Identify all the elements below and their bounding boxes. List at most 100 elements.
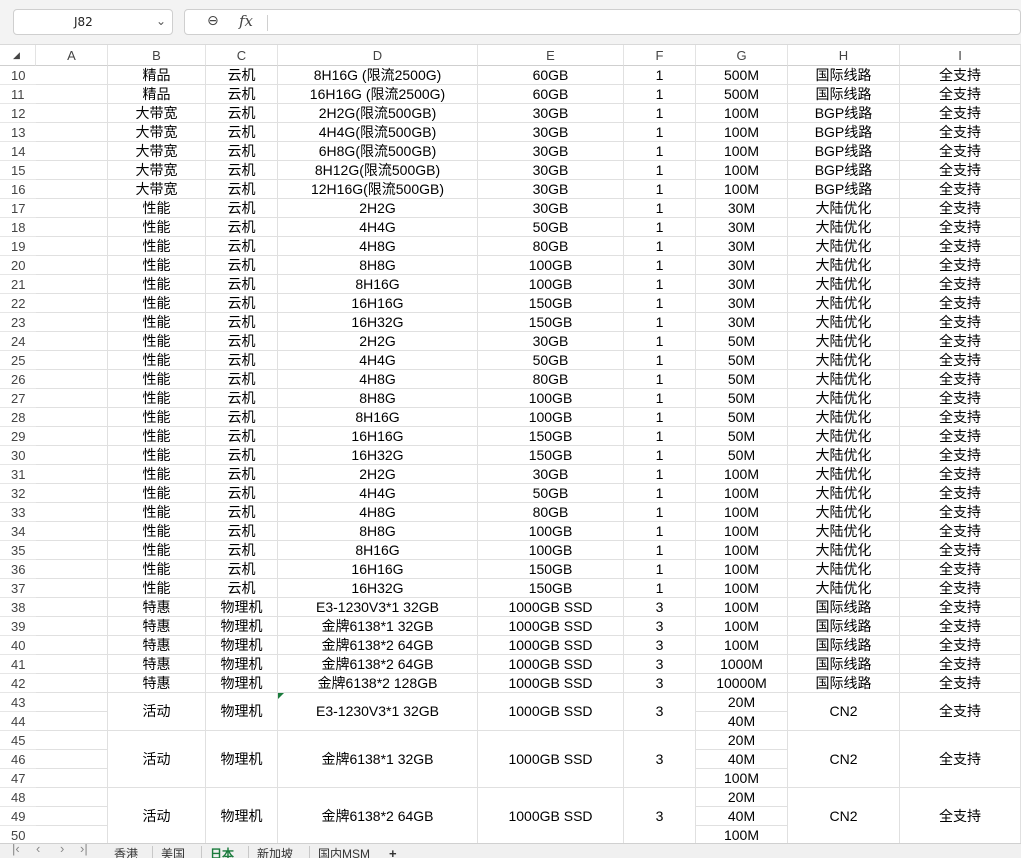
cell-d-34[interactable]: 8H8G — [278, 522, 478, 541]
row-header[interactable]: 46 — [0, 750, 36, 769]
cell-h-32[interactable]: 大陆优化 — [788, 484, 900, 503]
name-box[interactable]: J82 ⌄ — [13, 9, 173, 35]
row-header[interactable]: 38 — [0, 598, 36, 617]
cell-f-29[interactable]: 1 — [624, 427, 696, 446]
cell-f-26[interactable]: 1 — [624, 370, 696, 389]
cell-a-26[interactable] — [36, 370, 108, 389]
select-all-corner[interactable]: ◢ — [0, 45, 36, 66]
cell-f-24[interactable]: 1 — [624, 332, 696, 351]
cell-e-40[interactable]: 1000GB SSD — [478, 636, 624, 655]
cell-f-30[interactable]: 1 — [624, 446, 696, 465]
cell-a-42[interactable] — [36, 674, 108, 693]
cell-a-13[interactable] — [36, 123, 108, 142]
cell-d-25[interactable]: 4H4G — [278, 351, 478, 370]
cell-g-37[interactable]: 100M — [696, 579, 788, 598]
cell-a-15[interactable] — [36, 161, 108, 180]
row-header[interactable]: 44 — [0, 712, 36, 731]
cell-d-13[interactable]: 4H4G(限流500GB) — [278, 123, 478, 142]
cell-e-38[interactable]: 1000GB SSD — [478, 598, 624, 617]
merged-cell-d-45[interactable]: 金牌6138*1 32GB — [278, 731, 478, 788]
cell-b-28[interactable]: 性能 — [108, 408, 206, 427]
cell-h-40[interactable]: 国际线路 — [788, 636, 900, 655]
cell-d-32[interactable]: 4H4G — [278, 484, 478, 503]
cell-c-21[interactable]: 云机 — [206, 275, 278, 294]
cell-c-14[interactable]: 云机 — [206, 142, 278, 161]
merged-cell-d-48[interactable]: 金牌6138*2 64GB — [278, 788, 478, 843]
cell-d-23[interactable]: 16H32G — [278, 313, 478, 332]
cell-a-35[interactable] — [36, 541, 108, 560]
cell-g-23[interactable]: 30M — [696, 313, 788, 332]
cell-b-16[interactable]: 大带宽 — [108, 180, 206, 199]
cell-b-23[interactable]: 性能 — [108, 313, 206, 332]
cell-d-35[interactable]: 8H16G — [278, 541, 478, 560]
cell-e-42[interactable]: 1000GB SSD — [478, 674, 624, 693]
cell-g-10[interactable]: 500M — [696, 66, 788, 85]
cell-c-11[interactable]: 云机 — [206, 85, 278, 104]
merged-cell-e-45[interactable]: 1000GB SSD — [478, 731, 624, 788]
cell-h-22[interactable]: 大陆优化 — [788, 294, 900, 313]
sheet-tab-1[interactable]: 美国 — [161, 846, 185, 858]
cell-i-28[interactable]: 全支持 — [900, 408, 1021, 427]
cell-b-41[interactable]: 特惠 — [108, 655, 206, 674]
cell-a-14[interactable] — [36, 142, 108, 161]
cell-i-12[interactable]: 全支持 — [900, 104, 1021, 123]
row-header[interactable]: 31 — [0, 465, 36, 484]
cell-h-20[interactable]: 大陆优化 — [788, 256, 900, 275]
cell-a-16[interactable] — [36, 180, 108, 199]
cell-a-45[interactable] — [36, 731, 108, 750]
row-header[interactable]: 42 — [0, 674, 36, 693]
cell-e-41[interactable]: 1000GB SSD — [478, 655, 624, 674]
cell-g-13[interactable]: 100M — [696, 123, 788, 142]
cell-c-33[interactable]: 云机 — [206, 503, 278, 522]
cell-f-28[interactable]: 1 — [624, 408, 696, 427]
cell-g-25[interactable]: 50M — [696, 351, 788, 370]
cell-g-24[interactable]: 50M — [696, 332, 788, 351]
merged-cell-i-45[interactable]: 全支持 — [900, 731, 1021, 788]
cell-g-39[interactable]: 100M — [696, 617, 788, 636]
cell-h-27[interactable]: 大陆优化 — [788, 389, 900, 408]
row-header[interactable]: 34 — [0, 522, 36, 541]
merged-cell-b-48[interactable]: 活动 — [108, 788, 206, 843]
cell-h-13[interactable]: BGP线路 — [788, 123, 900, 142]
cell-c-40[interactable]: 物理机 — [206, 636, 278, 655]
cell-g-35[interactable]: 100M — [696, 541, 788, 560]
cell-b-19[interactable]: 性能 — [108, 237, 206, 256]
cell-c-31[interactable]: 云机 — [206, 465, 278, 484]
cell-g-22[interactable]: 30M — [696, 294, 788, 313]
cell-c-38[interactable]: 物理机 — [206, 598, 278, 617]
column-header-d[interactable]: D — [278, 45, 478, 66]
cell-c-16[interactable]: 云机 — [206, 180, 278, 199]
row-header[interactable]: 13 — [0, 123, 36, 142]
row-header[interactable]: 39 — [0, 617, 36, 636]
cell-c-15[interactable]: 云机 — [206, 161, 278, 180]
cell-i-10[interactable]: 全支持 — [900, 66, 1021, 85]
cell-f-33[interactable]: 1 — [624, 503, 696, 522]
cell-a-18[interactable] — [36, 218, 108, 237]
row-header[interactable]: 37 — [0, 579, 36, 598]
cell-f-10[interactable]: 1 — [624, 66, 696, 85]
row-header[interactable]: 40 — [0, 636, 36, 655]
cell-i-14[interactable]: 全支持 — [900, 142, 1021, 161]
cell-d-41[interactable]: 金牌6138*2 64GB — [278, 655, 478, 674]
cell-i-22[interactable]: 全支持 — [900, 294, 1021, 313]
merged-cell-b-45[interactable]: 活动 — [108, 731, 206, 788]
cell-a-40[interactable] — [36, 636, 108, 655]
cell-h-41[interactable]: 国际线路 — [788, 655, 900, 674]
cell-f-13[interactable]: 1 — [624, 123, 696, 142]
cell-h-35[interactable]: 大陆优化 — [788, 541, 900, 560]
cell-a-39[interactable] — [36, 617, 108, 636]
cell-d-14[interactable]: 6H8G(限流500GB) — [278, 142, 478, 161]
cell-h-42[interactable]: 国际线路 — [788, 674, 900, 693]
merged-cell-d-43[interactable]: E3-1230V3*1 32GB — [278, 693, 478, 731]
cell-g-18[interactable]: 30M — [696, 218, 788, 237]
cell-f-25[interactable]: 1 — [624, 351, 696, 370]
sheet-tab-3[interactable]: 新加坡 — [257, 846, 293, 858]
cell-a-17[interactable] — [36, 199, 108, 218]
column-header-g[interactable]: G — [696, 45, 788, 66]
cell-i-42[interactable]: 全支持 — [900, 674, 1021, 693]
cell-i-13[interactable]: 全支持 — [900, 123, 1021, 142]
cell-a-33[interactable] — [36, 503, 108, 522]
cell-c-37[interactable]: 云机 — [206, 579, 278, 598]
cell-b-30[interactable]: 性能 — [108, 446, 206, 465]
row-header[interactable]: 47 — [0, 769, 36, 788]
